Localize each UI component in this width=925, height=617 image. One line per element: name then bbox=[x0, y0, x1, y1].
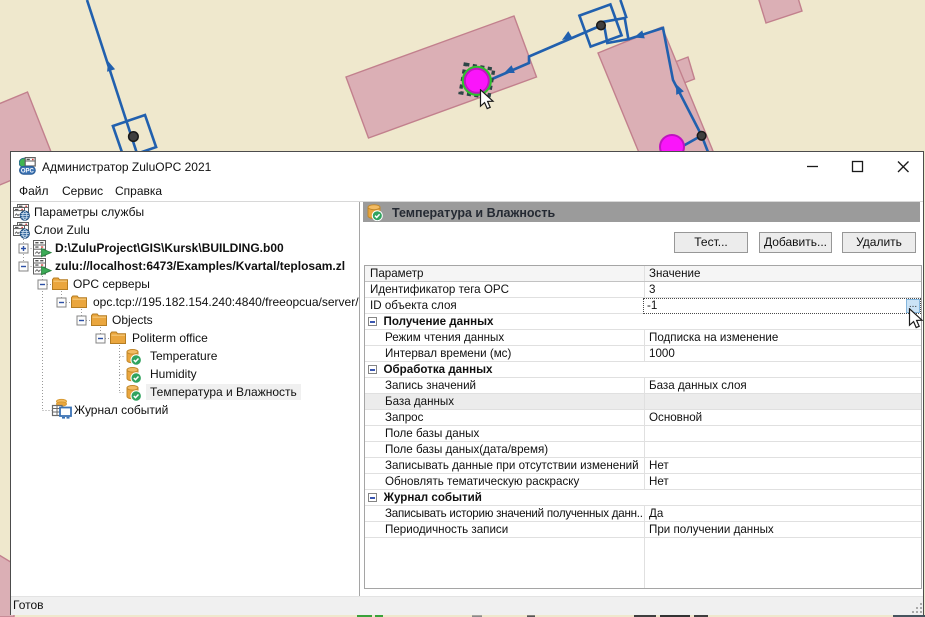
svg-text:OPC: OPC bbox=[21, 169, 35, 175]
